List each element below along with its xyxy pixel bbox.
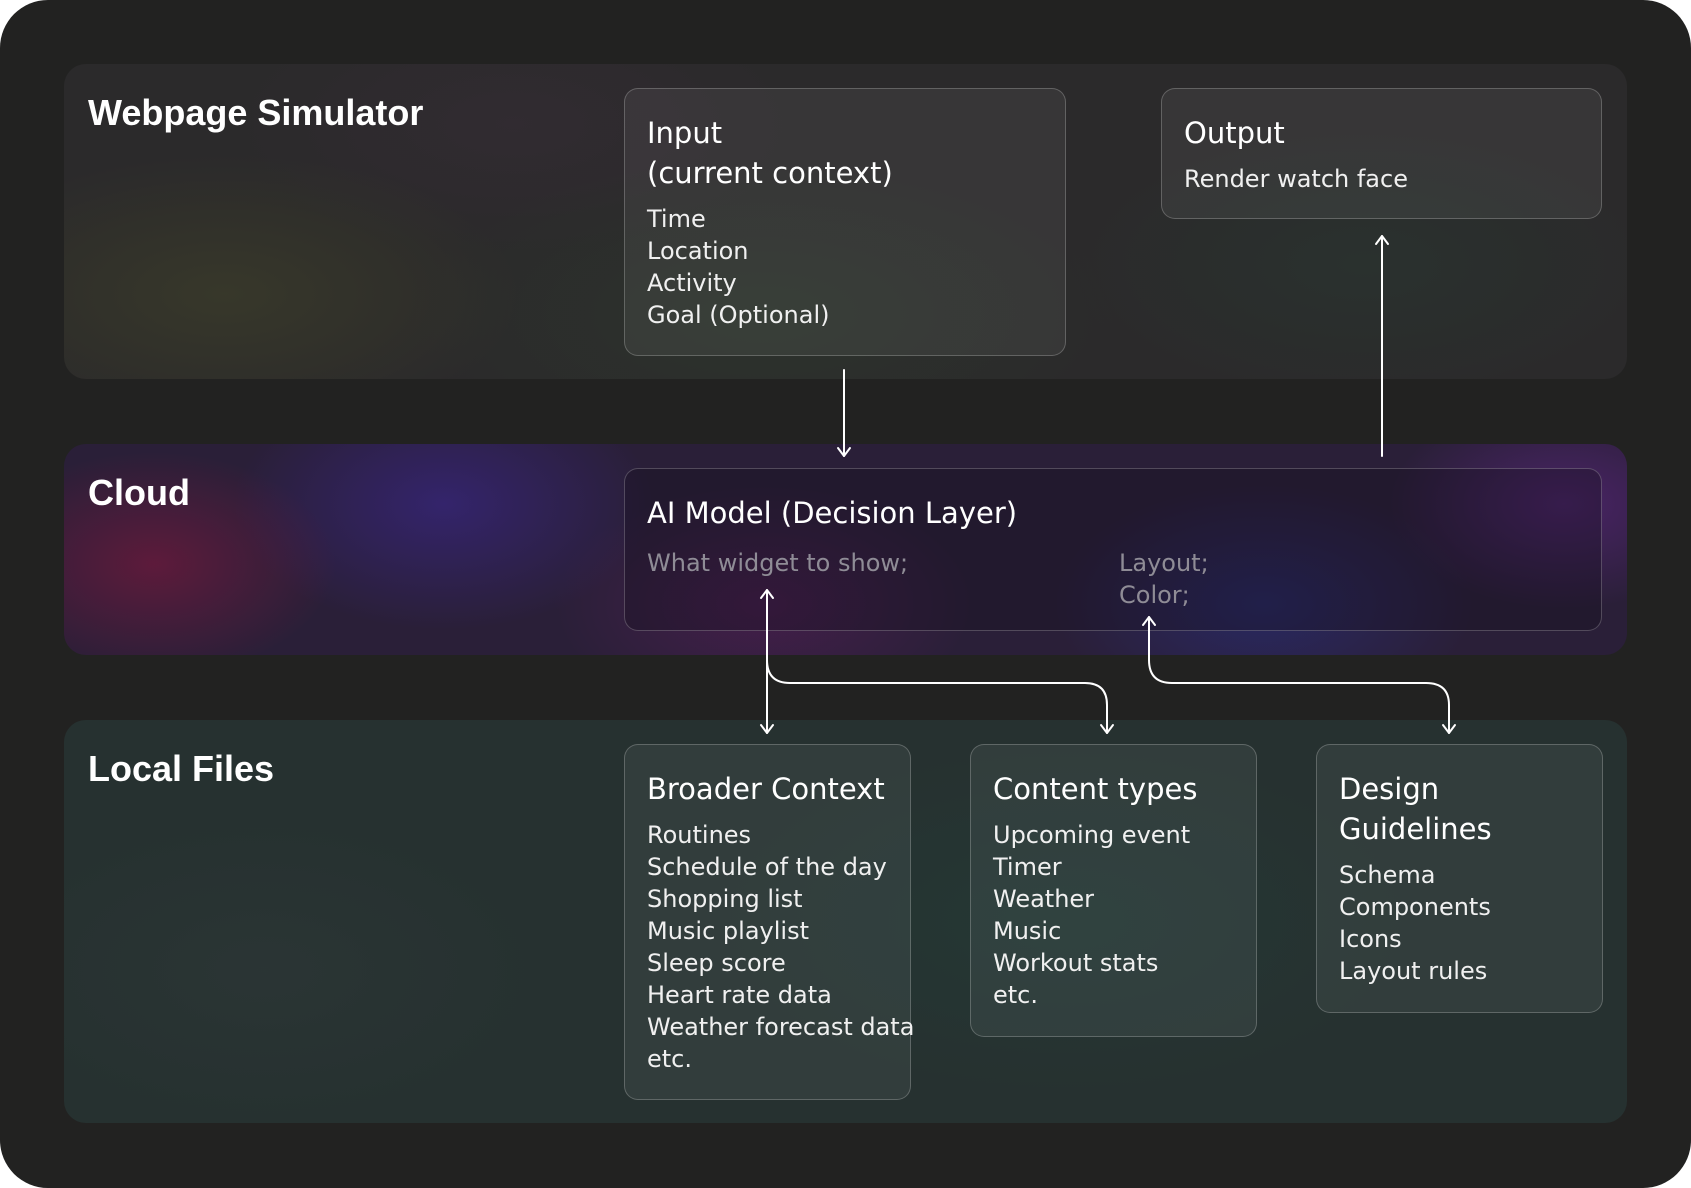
layer-title-webpage-simulator: Webpage Simulator bbox=[88, 92, 424, 133]
list-item: Weather forecast data bbox=[647, 1013, 915, 1041]
card-input: Input (current context) Time Location Ac… bbox=[624, 88, 1066, 356]
list-item: Shopping list bbox=[647, 885, 803, 913]
card-content-types: Content types Upcoming event Timer Weath… bbox=[970, 744, 1257, 1037]
list-item: Render watch face bbox=[1184, 165, 1408, 193]
card-ai-model-title: AI Model (Decision Layer) bbox=[647, 496, 1018, 530]
list-item: Upcoming event bbox=[993, 821, 1191, 849]
list-item: etc. bbox=[993, 981, 1038, 1009]
card-output-list: Render watch face bbox=[1184, 163, 1579, 195]
list-item: Icons bbox=[1339, 925, 1402, 953]
card-ai-model-right-list: Layout; Color; bbox=[1119, 547, 1209, 611]
list-item: Schema bbox=[1339, 861, 1436, 889]
card-design-guidelines-title: Design Guidelines bbox=[1339, 772, 1492, 846]
card-broader-context-list: Routines Schedule of the day Shopping li… bbox=[647, 819, 915, 1075]
card-ai-model-left-list: What widget to show; bbox=[647, 547, 908, 579]
card-output: Output Render watch face bbox=[1161, 88, 1602, 219]
card-broader-context: Broader Context Routines Schedule of the… bbox=[624, 744, 915, 1100]
card-input-list: Time Location Activity Goal (Optional) bbox=[647, 203, 1043, 331]
list-item: etc. bbox=[647, 1045, 692, 1073]
diagram-frame: Webpage Simulator Input (current context… bbox=[0, 0, 1691, 1188]
card-design-guidelines: Design Guidelines Schema Components Icon… bbox=[1316, 744, 1603, 1013]
layer-local-files: Local Files Broader Context Routines Sch… bbox=[64, 720, 1627, 1123]
card-content-types-title: Content types bbox=[993, 772, 1198, 806]
list-item: Timer bbox=[993, 853, 1062, 881]
list-item: Sleep score bbox=[647, 949, 786, 977]
list-item: Goal (Optional) bbox=[647, 301, 830, 329]
list-item: Weather bbox=[993, 885, 1095, 913]
list-item: Time bbox=[647, 205, 706, 233]
card-ai-model: AI Model (Decision Layer) What widget to… bbox=[624, 468, 1602, 631]
list-item: Routines bbox=[647, 821, 752, 849]
card-content-types-list: Upcoming event Timer Weather Music Worko… bbox=[993, 819, 1234, 1011]
card-broader-context-title: Broader Context bbox=[647, 772, 885, 806]
layer-cloud: Cloud AI Model (Decision Layer) What wid… bbox=[64, 444, 1627, 655]
list-item: Location bbox=[647, 237, 749, 265]
layer-webpage-simulator: Webpage Simulator Input (current context… bbox=[64, 64, 1627, 379]
list-item: Heart rate data bbox=[647, 981, 832, 1009]
list-item: Color; bbox=[1119, 581, 1190, 609]
layer-title-local-files: Local Files bbox=[88, 748, 275, 789]
list-item: Components bbox=[1339, 893, 1491, 921]
card-output-title: Output bbox=[1184, 116, 1285, 150]
list-item: Layout rules bbox=[1339, 957, 1488, 985]
list-item: Layout; bbox=[1119, 549, 1209, 577]
list-item: What widget to show; bbox=[647, 549, 909, 577]
list-item: Music playlist bbox=[647, 917, 809, 945]
list-item: Workout stats bbox=[993, 949, 1159, 977]
list-item: Music bbox=[993, 917, 1062, 945]
list-item: Activity bbox=[647, 269, 737, 297]
layer-title-cloud: Cloud bbox=[88, 472, 190, 513]
list-item: Schedule of the day bbox=[647, 853, 887, 881]
card-input-title: Input (current context) bbox=[647, 116, 893, 190]
card-design-guidelines-list: Schema Components Icons Layout rules bbox=[1339, 859, 1580, 987]
